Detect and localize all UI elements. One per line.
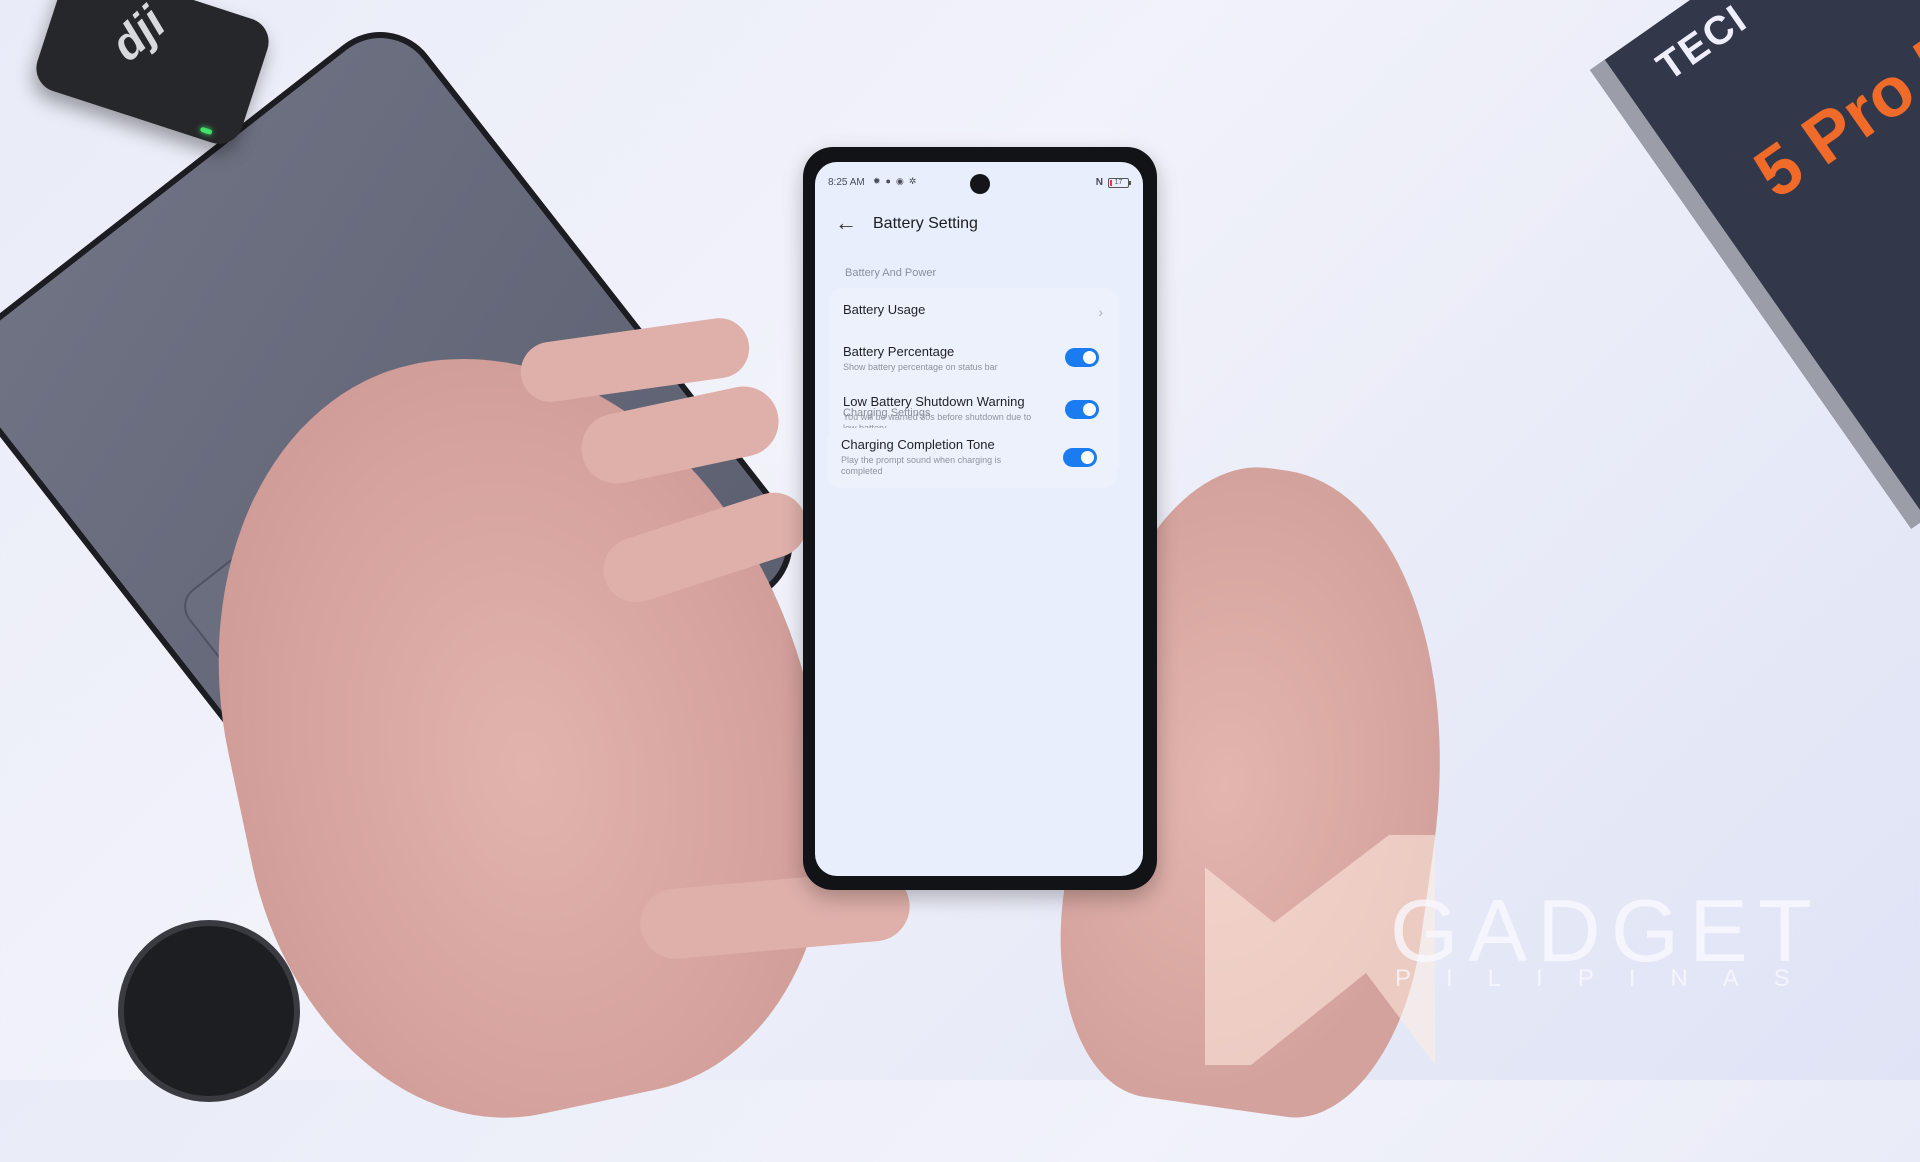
status-bar: 8:25 AM ✹●◉✲ N 17: [828, 175, 1131, 191]
back-arrow-icon[interactable]: ←: [835, 210, 857, 236]
mic-logo: dji: [100, 0, 176, 71]
low-battery-warning-toggle[interactable]: [1065, 400, 1099, 419]
timer-icon: ◉: [895, 176, 909, 186]
section-label-battery-and-power: Battery And Power: [845, 267, 937, 279]
mic-led: [199, 126, 213, 136]
battery-percentage-toggle[interactable]: [1065, 348, 1099, 367]
section-label-charging-settings: Charging Settings: [843, 407, 931, 419]
wireless-microphone: dji: [30, 0, 275, 151]
bulb-icon: ✹: [873, 176, 886, 186]
charging-tone-row[interactable]: Charging Completion Tone Play the prompt…: [841, 437, 1103, 477]
status-time: 8:25 AM: [828, 177, 865, 188]
battery-icon: 17: [1108, 177, 1131, 188]
charging-card: Charging Completion Tone Play the prompt…: [827, 428, 1117, 488]
phone-screen: 8:25 AM ✹●◉✲ N 17 ← Battery Setting Batt…: [815, 162, 1143, 876]
page-title: Battery Setting: [873, 215, 978, 232]
box-model: 5 Pro 5G: [1740, 0, 1920, 213]
watermark-subtitle: PILIPINAS: [1395, 965, 1825, 992]
chevron-right-icon: ›: [1098, 304, 1103, 320]
charging-tone-toggle[interactable]: [1063, 448, 1097, 467]
battery-usage-row[interactable]: Battery Usage ›: [843, 302, 1105, 320]
drop-icon: ●: [885, 176, 896, 186]
phone: 8:25 AM ✹●◉✲ N 17 ← Battery Setting Batt…: [803, 147, 1157, 890]
battery-usage-label: Battery Usage: [843, 302, 926, 317]
battery-percentage-row[interactable]: Battery Percentage Show battery percenta…: [843, 344, 1105, 373]
battery-percentage-description: Show battery percentage on status bar: [843, 362, 998, 372]
charging-tone-label: Charging Completion Tone: [841, 437, 995, 452]
phone-box: TECI 5 Pro 5G: [1590, 0, 1920, 529]
gear-icon: ✲: [908, 176, 922, 186]
nfc-icon: N: [1095, 177, 1103, 188]
smartwatch: [118, 920, 300, 1102]
charging-tone-description: Play the prompt sound when charging is c…: [841, 455, 1002, 476]
app-header: ← Battery Setting: [815, 210, 1143, 240]
box-brand: TECI: [1648, 0, 1756, 90]
